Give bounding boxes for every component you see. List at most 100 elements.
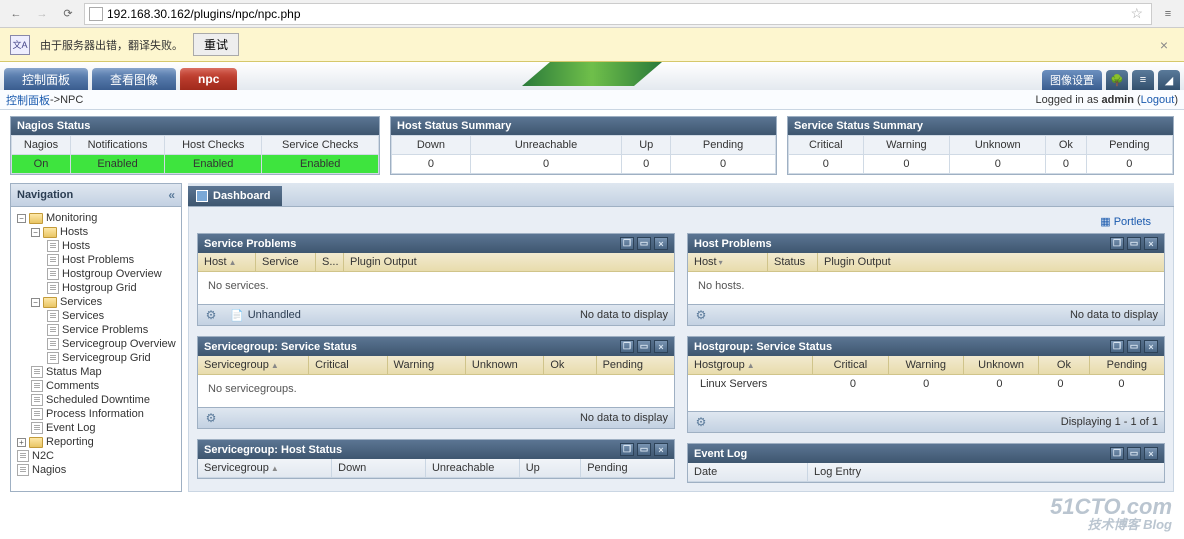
tree-n2c[interactable]: N2C <box>13 449 179 463</box>
retry-button[interactable]: 重试 <box>193 33 239 56</box>
col-ok[interactable]: Ok <box>1039 356 1089 374</box>
unhandled-toggle[interactable]: 📄 Unhandled <box>230 309 301 322</box>
col-unreachable[interactable]: Unreachable <box>426 459 520 477</box>
close-icon[interactable]: × <box>1144 447 1158 460</box>
nagios-status-panel: Nagios Status Nagios Notifications Host … <box>10 116 380 175</box>
menu-icon[interactable]: ≡ <box>1158 4 1178 24</box>
empty-message: No hosts. <box>688 272 1164 304</box>
col-critical[interactable]: Critical <box>813 356 888 374</box>
tree-services[interactable]: Services <box>13 309 179 323</box>
tree-reporting[interactable]: +Reporting <box>13 435 179 449</box>
navigation-panel: Navigation −Monitoring −Hosts Hosts Host… <box>10 183 182 492</box>
portlet-title: Servicegroup: Host Status <box>204 444 342 456</box>
collapse-icon[interactable]: ▭ <box>1127 447 1141 460</box>
close-icon[interactable]: × <box>654 237 668 250</box>
tab-npc[interactable]: npc <box>180 68 237 90</box>
col-servicegroup[interactable]: Servicegroup▲ <box>198 459 332 477</box>
col-status[interactable]: Status <box>768 253 818 271</box>
tree-scheduled-downtime[interactable]: Scheduled Downtime <box>13 393 179 407</box>
tree-service-problems[interactable]: Service Problems <box>13 323 179 337</box>
breadcrumb-root[interactable]: 控制面板 <box>6 92 50 108</box>
col-servicegroup[interactable]: Servicegroup▲ <box>198 356 309 374</box>
tree-hostgroup-overview[interactable]: Hostgroup Overview <box>13 267 179 281</box>
tree-status-map[interactable]: Status Map <box>13 365 179 379</box>
col-host[interactable]: Host▲ <box>198 253 256 271</box>
gear-icon[interactable]: ⚙ <box>694 308 708 322</box>
collapse-icon[interactable]: ▭ <box>637 237 651 250</box>
bookmark-icon[interactable]: ☆ <box>1126 5 1147 22</box>
gear-icon[interactable]: ⚙ <box>694 415 708 429</box>
tree-nagios[interactable]: Nagios <box>13 463 179 477</box>
no-data-text: No data to display <box>580 309 668 321</box>
tree-servicegroup-grid[interactable]: Servicegroup Grid <box>13 351 179 365</box>
col-plugin-output[interactable]: Plugin Output <box>344 253 674 271</box>
navigation-title[interactable]: Navigation <box>11 184 181 207</box>
logout-link[interactable]: Logout <box>1141 94 1175 106</box>
col-pending[interactable]: Pending <box>581 459 674 477</box>
tab-control-panel[interactable]: 控制面板 <box>4 68 88 90</box>
col-status[interactable]: S... <box>316 253 344 271</box>
col-unknown[interactable]: Unknown <box>964 356 1039 374</box>
col-pending[interactable]: Pending <box>597 356 674 374</box>
restore-icon[interactable]: ❐ <box>1110 237 1124 250</box>
col-pending[interactable]: Pending <box>1090 356 1164 374</box>
tree-services-folder[interactable]: −Services <box>13 295 179 309</box>
tab-dashboard[interactable]: Dashboard <box>188 186 282 206</box>
col-warning[interactable]: Warning <box>889 356 964 374</box>
collapse-icon[interactable]: ▭ <box>637 443 651 456</box>
reload-icon[interactable]: ⟳ <box>58 4 78 24</box>
close-icon[interactable]: × <box>1144 340 1158 353</box>
tree-monitoring[interactable]: −Monitoring <box>13 211 179 225</box>
tab-view-image[interactable]: 查看图像 <box>92 68 176 90</box>
restore-icon[interactable]: ❐ <box>1110 447 1124 460</box>
list-icon[interactable]: ≡ <box>1132 70 1154 90</box>
tree-event-log[interactable]: Event Log <box>13 421 179 435</box>
col-host[interactable]: Host▾ <box>688 253 768 271</box>
tree-hosts-folder[interactable]: −Hosts <box>13 225 179 239</box>
close-icon[interactable]: × <box>654 443 668 456</box>
tree-hosts[interactable]: Hosts <box>13 239 179 253</box>
col-critical[interactable]: Critical <box>309 356 387 374</box>
collapse-icon[interactable]: ▭ <box>1127 340 1141 353</box>
col-service[interactable]: Service <box>256 253 316 271</box>
restore-icon[interactable]: ❐ <box>620 443 634 456</box>
col-hostgroup[interactable]: Hostgroup▲ <box>688 356 813 374</box>
col-ok[interactable]: Ok <box>544 356 596 374</box>
col-unknown[interactable]: Unknown <box>466 356 544 374</box>
collapse-icon[interactable]: ▭ <box>1127 237 1141 250</box>
panel-title: Host Status Summary <box>391 117 776 135</box>
chart-icon[interactable]: ◢ <box>1158 70 1180 90</box>
col-logentry[interactable]: Log Entry <box>808 463 1164 481</box>
col-date[interactable]: Date <box>688 463 808 481</box>
portlets-link[interactable]: ▦ Portlets <box>1090 211 1161 232</box>
collapse-icon[interactable]: ▭ <box>637 340 651 353</box>
browser-toolbar: ← → ⟳ ☆ ≡ <box>0 0 1184 28</box>
panel-title: Nagios Status <box>11 117 379 135</box>
col-warning[interactable]: Warning <box>388 356 466 374</box>
restore-icon[interactable]: ❐ <box>620 340 634 353</box>
back-icon[interactable]: ← <box>6 4 26 24</box>
col-up[interactable]: Up <box>520 459 581 477</box>
close-icon[interactable]: × <box>654 340 668 353</box>
restore-icon[interactable]: ❐ <box>1110 340 1124 353</box>
tree-process-info[interactable]: Process Information <box>13 407 179 421</box>
close-icon[interactable]: × <box>1144 237 1158 250</box>
forward-icon[interactable]: → <box>32 4 52 24</box>
tab-image-settings[interactable]: 图像设置 <box>1042 70 1102 90</box>
portlet-sg-service-status: Servicegroup: Service Status ❐▭× Service… <box>197 336 675 429</box>
col-down[interactable]: Down <box>332 459 426 477</box>
tree-comments[interactable]: Comments <box>13 379 179 393</box>
gear-icon[interactable]: ⚙ <box>204 308 218 322</box>
close-icon[interactable]: × <box>1154 37 1174 53</box>
no-data-text: No data to display <box>1070 309 1158 321</box>
tree-hostgroup-grid[interactable]: Hostgroup Grid <box>13 281 179 295</box>
tree-servicegroup-overview[interactable]: Servicegroup Overview <box>13 337 179 351</box>
address-bar[interactable]: ☆ <box>84 3 1152 25</box>
col-plugin-output[interactable]: Plugin Output <box>818 253 1164 271</box>
restore-icon[interactable]: ❐ <box>620 237 634 250</box>
gear-icon[interactable]: ⚙ <box>204 411 218 425</box>
tree-icon[interactable]: 🌳 <box>1106 70 1128 90</box>
table-row[interactable]: Linux Servers 0 0 0 0 0 <box>688 375 1164 393</box>
url-input[interactable] <box>107 7 1126 21</box>
tree-host-problems[interactable]: Host Problems <box>13 253 179 267</box>
